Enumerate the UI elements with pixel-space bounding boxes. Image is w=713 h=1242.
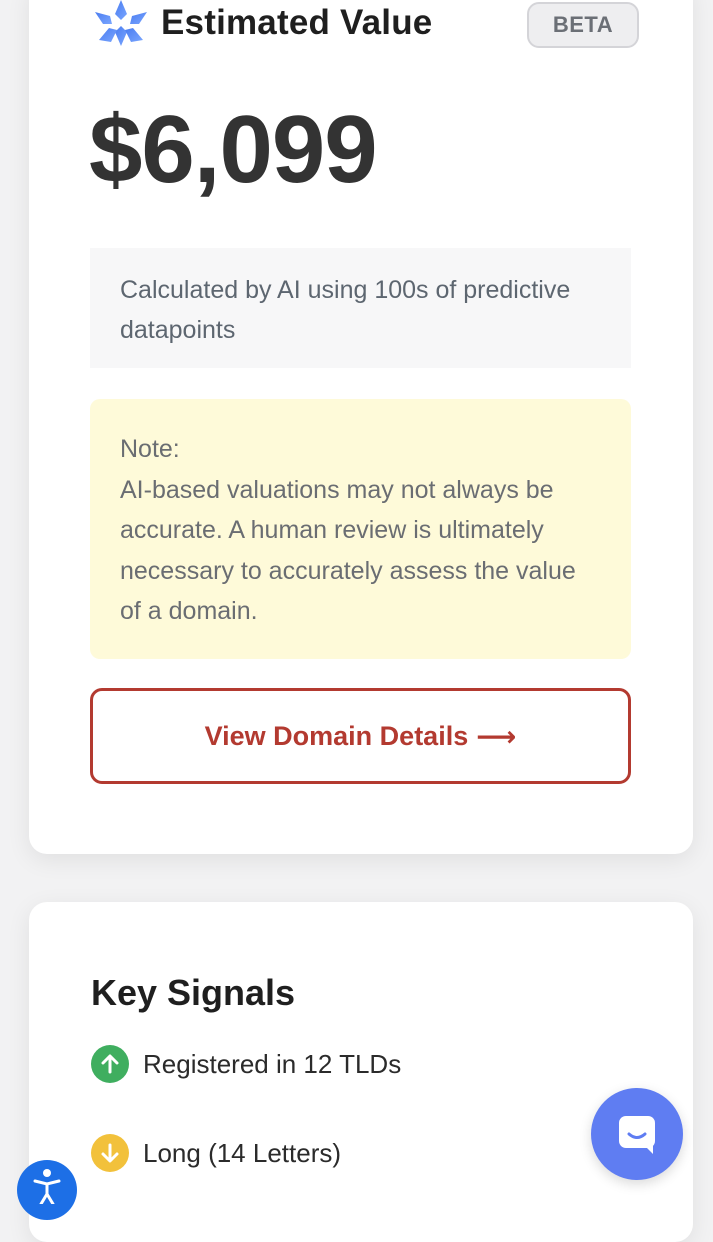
accessibility-button[interactable] (17, 1160, 77, 1220)
signal-label: Registered in 12 TLDs (143, 1048, 402, 1079)
sparkle-logo-icon (95, 0, 147, 46)
note-heading: Note: (120, 435, 180, 463)
card-header: Estimated Value BETA (91, 0, 651, 50)
note-text: AI-based valuations may not always be ac… (120, 475, 576, 626)
accessibility-icon (33, 1169, 61, 1204)
key-signals-card: Key Signals Registered in 12 TLDs Long (… (29, 902, 693, 1242)
calculation-info-box: Calculated by AI using 100s of predictiv… (90, 248, 631, 368)
signal-item: Registered in 12 TLDs (91, 1044, 401, 1084)
signal-label: Long (14 Letters) (143, 1137, 342, 1168)
arrow-up-icon (91, 1045, 129, 1083)
view-domain-details-button[interactable]: View Domain Details ⟶ (90, 688, 631, 784)
calculation-text: Calculated by AI using 100s of predictiv… (120, 276, 571, 344)
signal-item: Long (14 Letters) (91, 1133, 341, 1173)
cta-label: View Domain Details (204, 720, 469, 751)
note-box: Note: AI-based valuations may not always… (90, 399, 631, 659)
arrow-right-icon: ⟶ (476, 720, 517, 752)
arrow-down-icon (91, 1134, 129, 1172)
estimated-value-card: Estimated Value BETA $6,099 Calculated b… (29, 0, 693, 854)
chat-launcher-button[interactable] (591, 1088, 683, 1180)
key-signals-title: Key Signals (91, 972, 296, 1013)
estimated-value-amount: $6,099 (89, 96, 378, 203)
card-title: Estimated Value (161, 3, 433, 42)
chat-icon (619, 1116, 655, 1154)
beta-badge: BETA (527, 2, 639, 48)
